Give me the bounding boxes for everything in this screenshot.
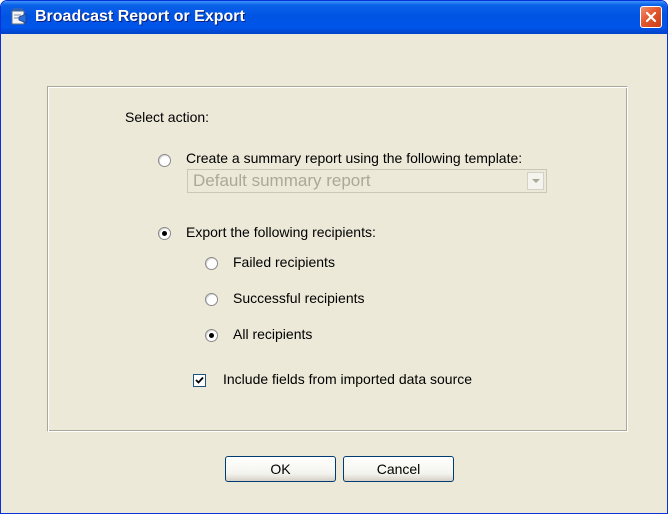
close-button[interactable]: [640, 6, 662, 28]
dropdown-arrow-button[interactable]: [527, 172, 544, 190]
template-dropdown[interactable]: Default summary report: [187, 169, 547, 193]
template-dropdown-value: Default summary report: [193, 171, 371, 190]
checkmark-icon: [195, 376, 204, 384]
radio-selected-dot: [162, 231, 167, 236]
broadcast-app-icon: [10, 8, 28, 26]
export-recipients-radio[interactable]: [158, 227, 171, 240]
summary-report-label[interactable]: Create a summary report using the follow…: [186, 150, 522, 166]
title-bar[interactable]: Broadcast Report or Export: [1, 1, 667, 34]
export-recipients-label[interactable]: Export the following recipients:: [186, 224, 376, 240]
successful-recipients-radio[interactable]: [205, 293, 218, 306]
select-action-label: Select action:: [125, 109, 210, 125]
chevron-down-icon: [532, 179, 540, 183]
failed-recipients-radio[interactable]: [205, 257, 218, 270]
window-title: Broadcast Report or Export: [35, 8, 245, 25]
summary-report-radio[interactable]: [158, 154, 171, 167]
include-fields-checkbox[interactable]: [193, 374, 206, 387]
failed-recipients-label[interactable]: Failed recipients: [233, 254, 335, 270]
radio-selected-dot: [209, 333, 214, 338]
all-recipients-label[interactable]: All recipients: [233, 326, 312, 342]
cancel-button[interactable]: Cancel: [343, 456, 454, 482]
include-fields-label[interactable]: Include fields from imported data source: [223, 371, 472, 387]
ok-button[interactable]: OK: [225, 456, 336, 482]
broadcast-report-dialog: Broadcast Report or Export Select action…: [0, 0, 668, 514]
close-icon: [645, 11, 657, 23]
all-recipients-radio[interactable]: [205, 329, 218, 342]
successful-recipients-label[interactable]: Successful recipients: [233, 290, 365, 306]
